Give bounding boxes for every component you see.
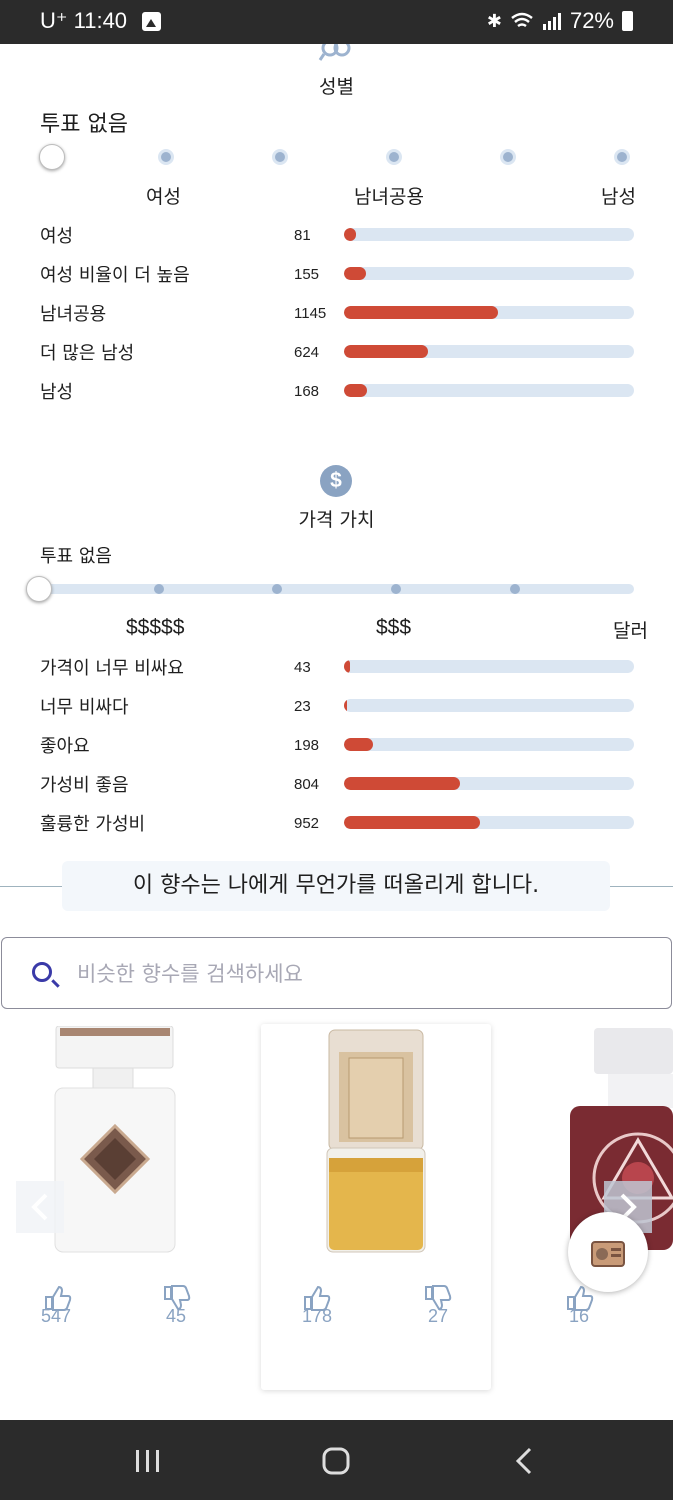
gender-row-bar (344, 384, 634, 397)
gender-row-count: 155 (294, 266, 320, 283)
gender-row-label: 여성 (40, 226, 74, 247)
gender-row-label: 여성 비율이 더 높음 (40, 265, 190, 286)
gender-scale-female: 여성 (146, 186, 181, 208)
bluetooth-icon: ✱ (486, 10, 502, 31)
system-nav-bar (0, 1420, 673, 1500)
gender-row-bar (344, 228, 634, 241)
divider-left (0, 886, 62, 887)
gallery-icon (142, 12, 161, 31)
price-row-count: 804 (294, 776, 320, 793)
price-row-count: 43 (294, 659, 311, 676)
price-row-label: 너무 비싸다 (40, 697, 129, 718)
price-row-label: 좋아요 (40, 736, 90, 757)
price-vote-none: 투표 없음 (40, 546, 112, 567)
status-time: U⁺ 11:40 (40, 8, 128, 33)
gender-row-count: 624 (294, 344, 320, 361)
battery-text: 72% (569, 8, 614, 33)
search-icon (32, 962, 52, 982)
search-placeholder: 비슷한 향수를 검색하세요 (77, 962, 303, 986)
gender-slider-step[interactable] (386, 149, 402, 165)
dislike-count: 27 (427, 1306, 449, 1326)
perfume-image (326, 1029, 426, 1253)
price-row-bar-fill (344, 660, 350, 673)
gender-row-bar-fill (344, 345, 429, 358)
price-row-label: 가격이 너무 비싸요 (40, 658, 184, 679)
price-row-count: 198 (294, 737, 320, 754)
gender-row-count: 81 (294, 227, 311, 244)
gender-row-bar-fill (344, 306, 498, 319)
price-slider-step[interactable] (154, 584, 164, 594)
gender-row-label: 더 많은 남성 (40, 343, 135, 364)
like-count: 178 (301, 1306, 333, 1326)
like-count: 16 (568, 1306, 590, 1326)
divider-right (610, 886, 673, 887)
gender-slider-step[interactable] (272, 149, 288, 165)
gender-row-bar (344, 267, 634, 280)
floating-radio-button[interactable] (568, 1212, 648, 1292)
recent-apps-icon[interactable] (134, 1448, 162, 1474)
dislike-count: 45 (165, 1306, 187, 1326)
price-slider-step[interactable] (272, 584, 282, 594)
gender-row-label: 남녀공용 (40, 304, 107, 325)
price-row-bar (344, 816, 634, 829)
price-scale-low: 달러 (613, 620, 648, 642)
chevron-left-icon (31, 1193, 48, 1221)
gender-row-bar-fill (344, 228, 356, 241)
home-icon[interactable] (322, 1447, 350, 1475)
battery-icon (622, 11, 633, 31)
gender-row-bar-fill (344, 384, 368, 397)
gender-row-label: 남성 (40, 382, 74, 403)
price-row-bar (344, 738, 634, 751)
price-slider-knob[interactable] (26, 576, 52, 602)
price-row-bar-fill (344, 816, 481, 829)
status-bar: U⁺ 11:40 ✱ 72% (0, 0, 673, 44)
gender-scale-unisex: 남녀공용 (354, 186, 424, 208)
gender-icon (318, 44, 351, 61)
price-row-bar (344, 699, 634, 712)
wifi-icon (511, 12, 533, 28)
price-slider-step[interactable] (391, 584, 401, 594)
price-row-count: 952 (294, 815, 320, 832)
gender-row-bar (344, 345, 634, 358)
gender-row-count: 1145 (294, 305, 327, 322)
back-icon[interactable] (514, 1447, 534, 1475)
gender-row-count: 168 (294, 383, 320, 400)
gender-row-bar-fill (344, 267, 366, 280)
gender-scale-male: 남성 (601, 186, 636, 208)
gender-slider-step[interactable] (614, 149, 630, 165)
price-row-bar (344, 660, 634, 673)
dollar-icon: $ (320, 465, 352, 497)
price-row-bar-fill (344, 738, 373, 751)
reminds-heading: 이 향수는 나에게 무언가를 떠올리게 합니다. (62, 861, 610, 911)
price-row-bar-fill (344, 699, 348, 712)
signal-icon (542, 13, 561, 30)
price-row-bar-fill (344, 777, 460, 790)
similar-search-input[interactable]: 비슷한 향수를 검색하세요 (1, 937, 672, 1009)
like-count: 547 (40, 1306, 72, 1326)
carousel-prev-button[interactable] (16, 1181, 64, 1233)
gender-title: 성별 (319, 76, 354, 98)
price-title: 가격 가치 (298, 509, 375, 531)
price-scale-high: $$$$$ (126, 616, 185, 639)
gender-vote-none: 투표 없음 (40, 112, 128, 137)
perfume-card[interactable]: 178 27 (261, 1024, 491, 1390)
price-row-label: 가성비 좋음 (40, 775, 129, 796)
price-slider-track[interactable] (38, 584, 634, 594)
price-row-label: 훌륭한 가성비 (40, 814, 146, 835)
price-row-count: 23 (294, 698, 311, 715)
status-right: ✱ 72% (487, 8, 633, 34)
radio-icon (591, 1241, 625, 1267)
gender-slider-step[interactable] (158, 149, 174, 165)
price-row-bar (344, 777, 634, 790)
price-slider-step[interactable] (510, 584, 520, 594)
gender-slider-step[interactable] (500, 149, 516, 165)
gender-row-bar (344, 306, 634, 319)
gender-slider-knob[interactable] (39, 144, 65, 170)
price-scale-mid: $$$ (376, 616, 412, 639)
